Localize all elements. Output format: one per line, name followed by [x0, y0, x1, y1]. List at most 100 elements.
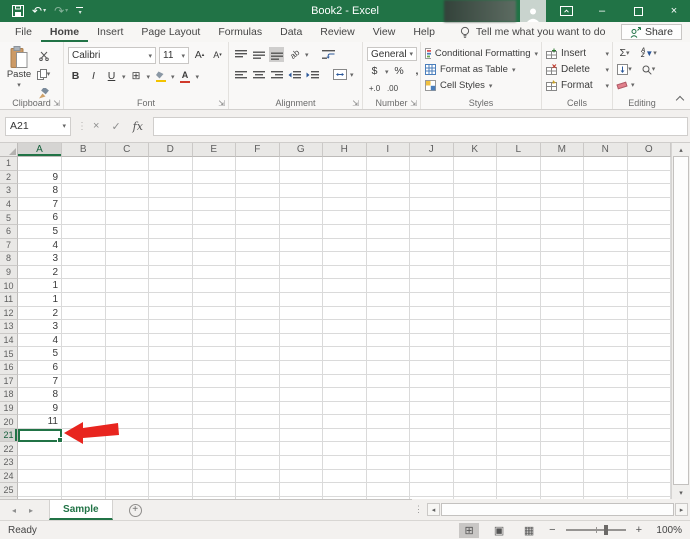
- cell-E14[interactable]: [192, 333, 236, 348]
- cell-K20[interactable]: [453, 415, 497, 429]
- row-header-7[interactable]: 7: [0, 238, 18, 253]
- cell-K25[interactable]: [453, 483, 497, 497]
- column-header-K[interactable]: K: [453, 143, 497, 157]
- cell-M3[interactable]: [540, 184, 584, 198]
- cell-A8[interactable]: 3: [18, 252, 62, 266]
- cell-A1[interactable]: [18, 157, 62, 171]
- tab-formulas[interactable]: Formulas: [209, 22, 271, 42]
- cell-B5[interactable]: [62, 211, 106, 225]
- row-header-8[interactable]: 8: [0, 252, 18, 266]
- cell-I4[interactable]: [366, 197, 410, 212]
- cell-H20[interactable]: [323, 415, 367, 429]
- cell-B24[interactable]: [62, 469, 106, 484]
- cell-D21[interactable]: [149, 428, 193, 443]
- vertical-scroll-thumb[interactable]: [673, 156, 689, 485]
- cell-C3[interactable]: [105, 184, 149, 198]
- delete-cells-button[interactable]: Delete ▾: [546, 62, 609, 77]
- cell-F16[interactable]: [236, 360, 280, 375]
- row-header-10[interactable]: 10: [0, 279, 18, 293]
- cell-F8[interactable]: [236, 252, 280, 266]
- row-header-18[interactable]: 18: [0, 388, 18, 402]
- maximize-button[interactable]: [622, 0, 654, 22]
- row-header-2[interactable]: 2: [0, 170, 18, 185]
- cell-K2[interactable]: [453, 170, 497, 185]
- cell-D12[interactable]: [149, 306, 193, 321]
- zoom-out-button[interactable]: −: [549, 524, 555, 536]
- alignment-dialog-launcher[interactable]: ⇲: [352, 99, 359, 108]
- cell-H25[interactable]: [323, 483, 367, 497]
- row-header-24[interactable]: 24: [0, 469, 18, 484]
- cell-J3[interactable]: [410, 184, 454, 198]
- cell-F6[interactable]: [236, 224, 280, 239]
- underline-button[interactable]: U: [104, 69, 119, 84]
- cell-K14[interactable]: [453, 333, 497, 348]
- cell-D22[interactable]: [149, 442, 193, 457]
- cell-B14[interactable]: [62, 333, 106, 348]
- cell-K8[interactable]: [453, 252, 497, 266]
- cell-L15[interactable]: [497, 347, 541, 361]
- save-icon[interactable]: [12, 5, 24, 17]
- tab-help[interactable]: Help: [404, 22, 444, 42]
- cell-D10[interactable]: [149, 279, 193, 293]
- cell-M16[interactable]: [540, 360, 584, 375]
- cell-L17[interactable]: [497, 374, 541, 389]
- cell-H12[interactable]: [323, 306, 367, 321]
- cell-L12[interactable]: [497, 306, 541, 321]
- cell-B1[interactable]: [62, 157, 106, 171]
- cell-G9[interactable]: [279, 265, 323, 280]
- cell-F25[interactable]: [236, 483, 280, 497]
- cell-F17[interactable]: [236, 374, 280, 389]
- cell-I19[interactable]: [366, 401, 410, 416]
- cell-E11[interactable]: [192, 292, 236, 307]
- scroll-right-button[interactable]: ▸: [675, 503, 688, 516]
- cell-B15[interactable]: [62, 347, 106, 361]
- vertical-scrollbar[interactable]: ▴ ▾: [671, 143, 690, 499]
- cell-F24[interactable]: [236, 469, 280, 484]
- cell-L19[interactable]: [497, 401, 541, 416]
- view-page-layout-button[interactable]: ▣: [489, 523, 509, 538]
- cell-M1[interactable]: [540, 157, 584, 171]
- zoom-slider[interactable]: [565, 525, 626, 535]
- view-page-break-button[interactable]: ▦: [519, 523, 539, 538]
- column-header-J[interactable]: J: [410, 143, 454, 157]
- cell-J9[interactable]: [410, 265, 454, 280]
- cell-L20[interactable]: [497, 415, 541, 429]
- cell-K13[interactable]: [453, 320, 497, 334]
- conditional-formatting-button[interactable]: Conditional Formatting ▾: [425, 46, 538, 61]
- cell-A7[interactable]: 4: [18, 238, 62, 253]
- cell-M23[interactable]: [540, 456, 584, 470]
- cell-K24[interactable]: [453, 469, 497, 484]
- cell-B9[interactable]: [62, 265, 106, 280]
- cell-N2[interactable]: [584, 170, 628, 185]
- zoom-slider-thumb[interactable]: [603, 525, 608, 535]
- cell-O3[interactable]: [627, 184, 671, 198]
- cell-M24[interactable]: [540, 469, 584, 484]
- cell-I16[interactable]: [366, 360, 410, 375]
- cell-M17[interactable]: [540, 374, 584, 389]
- cell-L11[interactable]: [497, 292, 541, 307]
- horizontal-scrollbar[interactable]: ⋮ ◂ ▸: [412, 499, 690, 520]
- cell-H21[interactable]: [323, 428, 367, 443]
- cell-G18[interactable]: [279, 388, 323, 402]
- cell-O13[interactable]: [627, 320, 671, 334]
- cell-G7[interactable]: [279, 238, 323, 253]
- cell-K3[interactable]: [453, 184, 497, 198]
- cell-O6[interactable]: [627, 224, 671, 239]
- row-header-11[interactable]: 11: [0, 292, 18, 307]
- cell-H23[interactable]: [323, 456, 367, 470]
- cell-J7[interactable]: [410, 238, 454, 253]
- ribbon-display-options-button[interactable]: [550, 0, 582, 22]
- cell-A25[interactable]: [18, 483, 62, 497]
- cell-H5[interactable]: [323, 211, 367, 225]
- cancel-button[interactable]: ×: [93, 120, 99, 132]
- cell-G1[interactable]: [279, 157, 323, 171]
- column-header-B[interactable]: B: [62, 143, 106, 157]
- cell-J2[interactable]: [410, 170, 454, 185]
- formula-input[interactable]: [152, 116, 688, 136]
- cell-J24[interactable]: [410, 469, 454, 484]
- scroll-left-button[interactable]: ◂: [427, 503, 440, 516]
- cell-A18[interactable]: 8: [18, 388, 62, 402]
- cell-D5[interactable]: [149, 211, 193, 225]
- cell-G20[interactable]: [279, 415, 323, 429]
- cell-O2[interactable]: [627, 170, 671, 185]
